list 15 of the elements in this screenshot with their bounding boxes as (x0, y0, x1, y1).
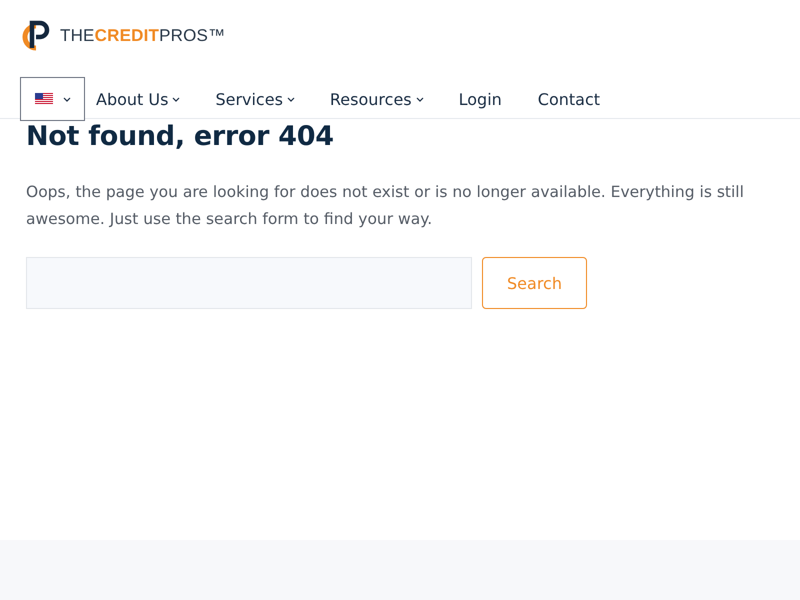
page-heading: Not found, error 404 (26, 120, 335, 152)
chevron-icon (286, 96, 295, 102)
chevron-icon (62, 96, 70, 102)
search-field[interactable] (26, 257, 472, 309)
language-selector[interactable] (20, 77, 85, 121)
nav-link[interactable]: Services (215, 90, 295, 108)
nav-link[interactable]: Contact (538, 90, 600, 108)
brand-name: THECREDITPROS™ (60, 26, 226, 46)
flag-icon (34, 93, 52, 105)
chevron-icon (172, 96, 180, 102)
chevron-icon (416, 96, 424, 102)
nav-link[interactable]: Login (458, 90, 502, 108)
nav-link[interactable]: About Us (96, 90, 180, 108)
nav-link[interactable]: Resources (330, 90, 424, 108)
error-message: Oops, the page you are looking for does not exist or is no longer available. Everything is still awesome. Just use the search form to find your way. (26, 182, 745, 230)
